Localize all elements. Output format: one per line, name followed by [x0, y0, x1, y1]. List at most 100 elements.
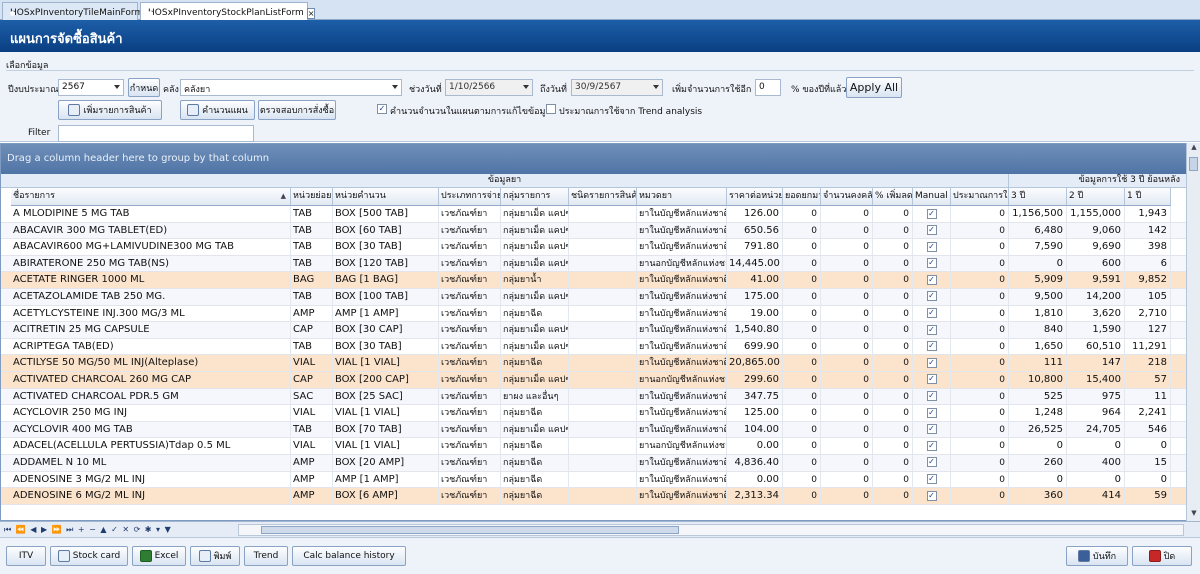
- cell-group[interactable]: กลุ่มยาเม็ด แคปซูล: [501, 338, 569, 355]
- cell-name[interactable]: ABIRATERONE 250 MG TAB(NS): [11, 255, 291, 272]
- cell-y1[interactable]: 11,291: [1125, 338, 1171, 355]
- cell-balance[interactable]: 0: [783, 488, 821, 505]
- cell-pct[interactable]: 0: [873, 239, 913, 256]
- cell-stock[interactable]: 0: [821, 338, 873, 355]
- manual-checkbox[interactable]: ✓: [926, 341, 937, 352]
- cell-buy-type[interactable]: เวชภัณฑ์ยา: [439, 272, 501, 289]
- cell-y2[interactable]: 9,690: [1067, 239, 1125, 256]
- cell-calc-unit[interactable]: BOX [30 TAB]: [333, 239, 439, 256]
- cell-buy-type[interactable]: เวชภัณฑ์ยา: [439, 438, 501, 455]
- cell-estimate[interactable]: 0: [951, 454, 1009, 471]
- manual-checkbox[interactable]: ✓: [926, 208, 937, 219]
- cell-stock[interactable]: 0: [821, 239, 873, 256]
- cell-estimate[interactable]: 0: [951, 322, 1009, 339]
- cell-unit[interactable]: VIAL: [291, 405, 333, 422]
- cell-y1[interactable]: 105: [1125, 288, 1171, 305]
- cell-buy-type[interactable]: เวชภัณฑ์ยา: [439, 206, 501, 222]
- table-row[interactable]: ABACAVIR 300 MG TABLET(ED) TAB BOX [60 TAB…: [1, 222, 1187, 240]
- cell-y3[interactable]: 1,810: [1009, 305, 1067, 322]
- cell-unit[interactable]: TAB: [291, 255, 333, 272]
- column-header-y1[interactable]: 1 ปี: [1125, 188, 1171, 206]
- cell-name[interactable]: ACTIVATED CHARCOAL PDR.5 GM: [11, 388, 291, 405]
- cell-unit-price[interactable]: 41.00: [727, 272, 783, 289]
- cell-y1[interactable]: 0: [1125, 438, 1171, 455]
- cell-stock[interactable]: 0: [821, 371, 873, 388]
- cell-balance[interactable]: 0: [783, 255, 821, 272]
- cell-unit-price[interactable]: 0.00: [727, 471, 783, 488]
- cell-calc-unit[interactable]: AMP [1 AMP]: [333, 305, 439, 322]
- cell-calc-unit[interactable]: AMP [1 AMP]: [333, 471, 439, 488]
- cell-balance[interactable]: 0: [783, 288, 821, 305]
- cell-buy-type[interactable]: เวชภัณฑ์ยา: [439, 488, 501, 505]
- calc-balance-history-button[interactable]: Calc balance history: [292, 546, 406, 566]
- cell-balance[interactable]: 0: [783, 454, 821, 471]
- cell-pct[interactable]: 0: [873, 405, 913, 422]
- cell-y1[interactable]: 11: [1125, 388, 1171, 405]
- cell-calc-unit[interactable]: VIAL [1 VIAL]: [333, 355, 439, 372]
- cell-y1[interactable]: 0: [1125, 471, 1171, 488]
- cell-group[interactable]: กลุ่มยาฉีด: [501, 438, 569, 455]
- manual-checkbox[interactable]: ✓: [926, 225, 937, 236]
- cell-estimate[interactable]: 0: [951, 405, 1009, 422]
- cell-group[interactable]: กลุ่มยาเม็ด แคปซูล: [501, 421, 569, 438]
- cell-calc-unit[interactable]: VIAL [1 VIAL]: [333, 438, 439, 455]
- cell-calc-unit[interactable]: BOX [120 TAB]: [333, 255, 439, 272]
- manual-checkbox[interactable]: ✓: [926, 440, 937, 451]
- cell-unit-price[interactable]: 175.00: [727, 288, 783, 305]
- cell-stock[interactable]: 0: [821, 272, 873, 289]
- column-header-balance[interactable]: ยอดยกมา: [783, 188, 821, 206]
- check-order-button[interactable]: ตรวจสอบการสั่งซื้อ: [258, 100, 336, 120]
- cell-estimate[interactable]: 0: [951, 338, 1009, 355]
- cell-unit-price[interactable]: 104.00: [727, 421, 783, 438]
- cell-buy-type[interactable]: เวชภัณฑ์ยา: [439, 471, 501, 488]
- cell-y2[interactable]: 964: [1067, 405, 1125, 422]
- cell-stock[interactable]: 0: [821, 288, 873, 305]
- cell-name[interactable]: ADDAMEL N 10 ML: [11, 454, 291, 471]
- manual-checkbox[interactable]: ✓: [926, 274, 937, 285]
- scroll-down-icon[interactable]: ▼: [1187, 509, 1200, 521]
- cell-pct[interactable]: 0: [873, 206, 913, 222]
- cell-y3[interactable]: 840: [1009, 322, 1067, 339]
- cell-group[interactable]: กลุ่มยาฉีด: [501, 488, 569, 505]
- cell-pct[interactable]: 0: [873, 454, 913, 471]
- cell-name[interactable]: ACETYLCYSTEINE INJ.300 MG/3 ML: [11, 305, 291, 322]
- cell-pct[interactable]: 0: [873, 438, 913, 455]
- cell-y2[interactable]: 1,590: [1067, 322, 1125, 339]
- cell-unit-price[interactable]: 125.00: [727, 405, 783, 422]
- cell-unit-price[interactable]: 650.56: [727, 222, 783, 239]
- cell-buy-type[interactable]: เวชภัณฑ์ยา: [439, 239, 501, 256]
- cell-group[interactable]: กลุ่มยาฉีด: [501, 471, 569, 488]
- cell-y3[interactable]: 1,650: [1009, 338, 1067, 355]
- cell-buy-type[interactable]: เวชภัณฑ์ยา: [439, 421, 501, 438]
- cell-balance[interactable]: 0: [783, 421, 821, 438]
- cell-name[interactable]: ACETATE RINGER 1000 ML: [11, 272, 291, 289]
- cell-balance[interactable]: 0: [783, 371, 821, 388]
- cell-pct[interactable]: 0: [873, 421, 913, 438]
- cell-unit[interactable]: TAB: [291, 288, 333, 305]
- cell-name[interactable]: ABACAVIR 300 MG TABLET(ED): [11, 222, 291, 239]
- cell-y3[interactable]: 111: [1009, 355, 1067, 372]
- cell-name[interactable]: ABACAVIR600 MG+LAMIVUDINE300 MG TAB: [11, 239, 291, 256]
- date-to-picker[interactable]: 30/9/2567: [571, 79, 663, 96]
- table-row[interactable]: ACYCLOVIR 250 MG INJ VIAL VIAL [1 VIAL] เวช…: [1, 405, 1187, 422]
- add-items-button[interactable]: เพิ่มรายการสินค้า: [58, 100, 162, 120]
- cell-unit[interactable]: AMP: [291, 488, 333, 505]
- cell-item-type[interactable]: [569, 421, 637, 438]
- manual-checkbox[interactable]: ✓: [926, 457, 937, 468]
- cell-buy-type[interactable]: เวชภัณฑ์ยา: [439, 322, 501, 339]
- cell-stock[interactable]: 0: [821, 421, 873, 438]
- cell-category[interactable]: ยาในบัญชีหลักแห่งชาติ: [637, 488, 727, 505]
- cell-item-type[interactable]: [569, 305, 637, 322]
- cell-balance[interactable]: 0: [783, 338, 821, 355]
- table-row[interactable]: ADDAMEL N 10 ML AMP BOX [20 AMP] เวชภัณฑ์ยา…: [1, 454, 1187, 472]
- manual-checkbox[interactable]: ✓: [926, 490, 937, 501]
- manual-checkbox[interactable]: ✓: [926, 407, 937, 418]
- cell-calc-unit[interactable]: BOX [20 AMP]: [333, 454, 439, 471]
- cell-unit-price[interactable]: 347.75: [727, 388, 783, 405]
- cell-unit[interactable]: VIAL: [291, 355, 333, 372]
- cell-stock[interactable]: 0: [821, 222, 873, 239]
- table-row[interactable]: ACTIVATED CHARCOAL PDR.5 GM SAC BOX [25 SA…: [1, 388, 1187, 406]
- cell-category[interactable]: ยาในบัญชีหลักแห่งชาติ: [637, 405, 727, 422]
- cell-estimate[interactable]: 0: [951, 239, 1009, 256]
- cell-item-type[interactable]: [569, 206, 637, 222]
